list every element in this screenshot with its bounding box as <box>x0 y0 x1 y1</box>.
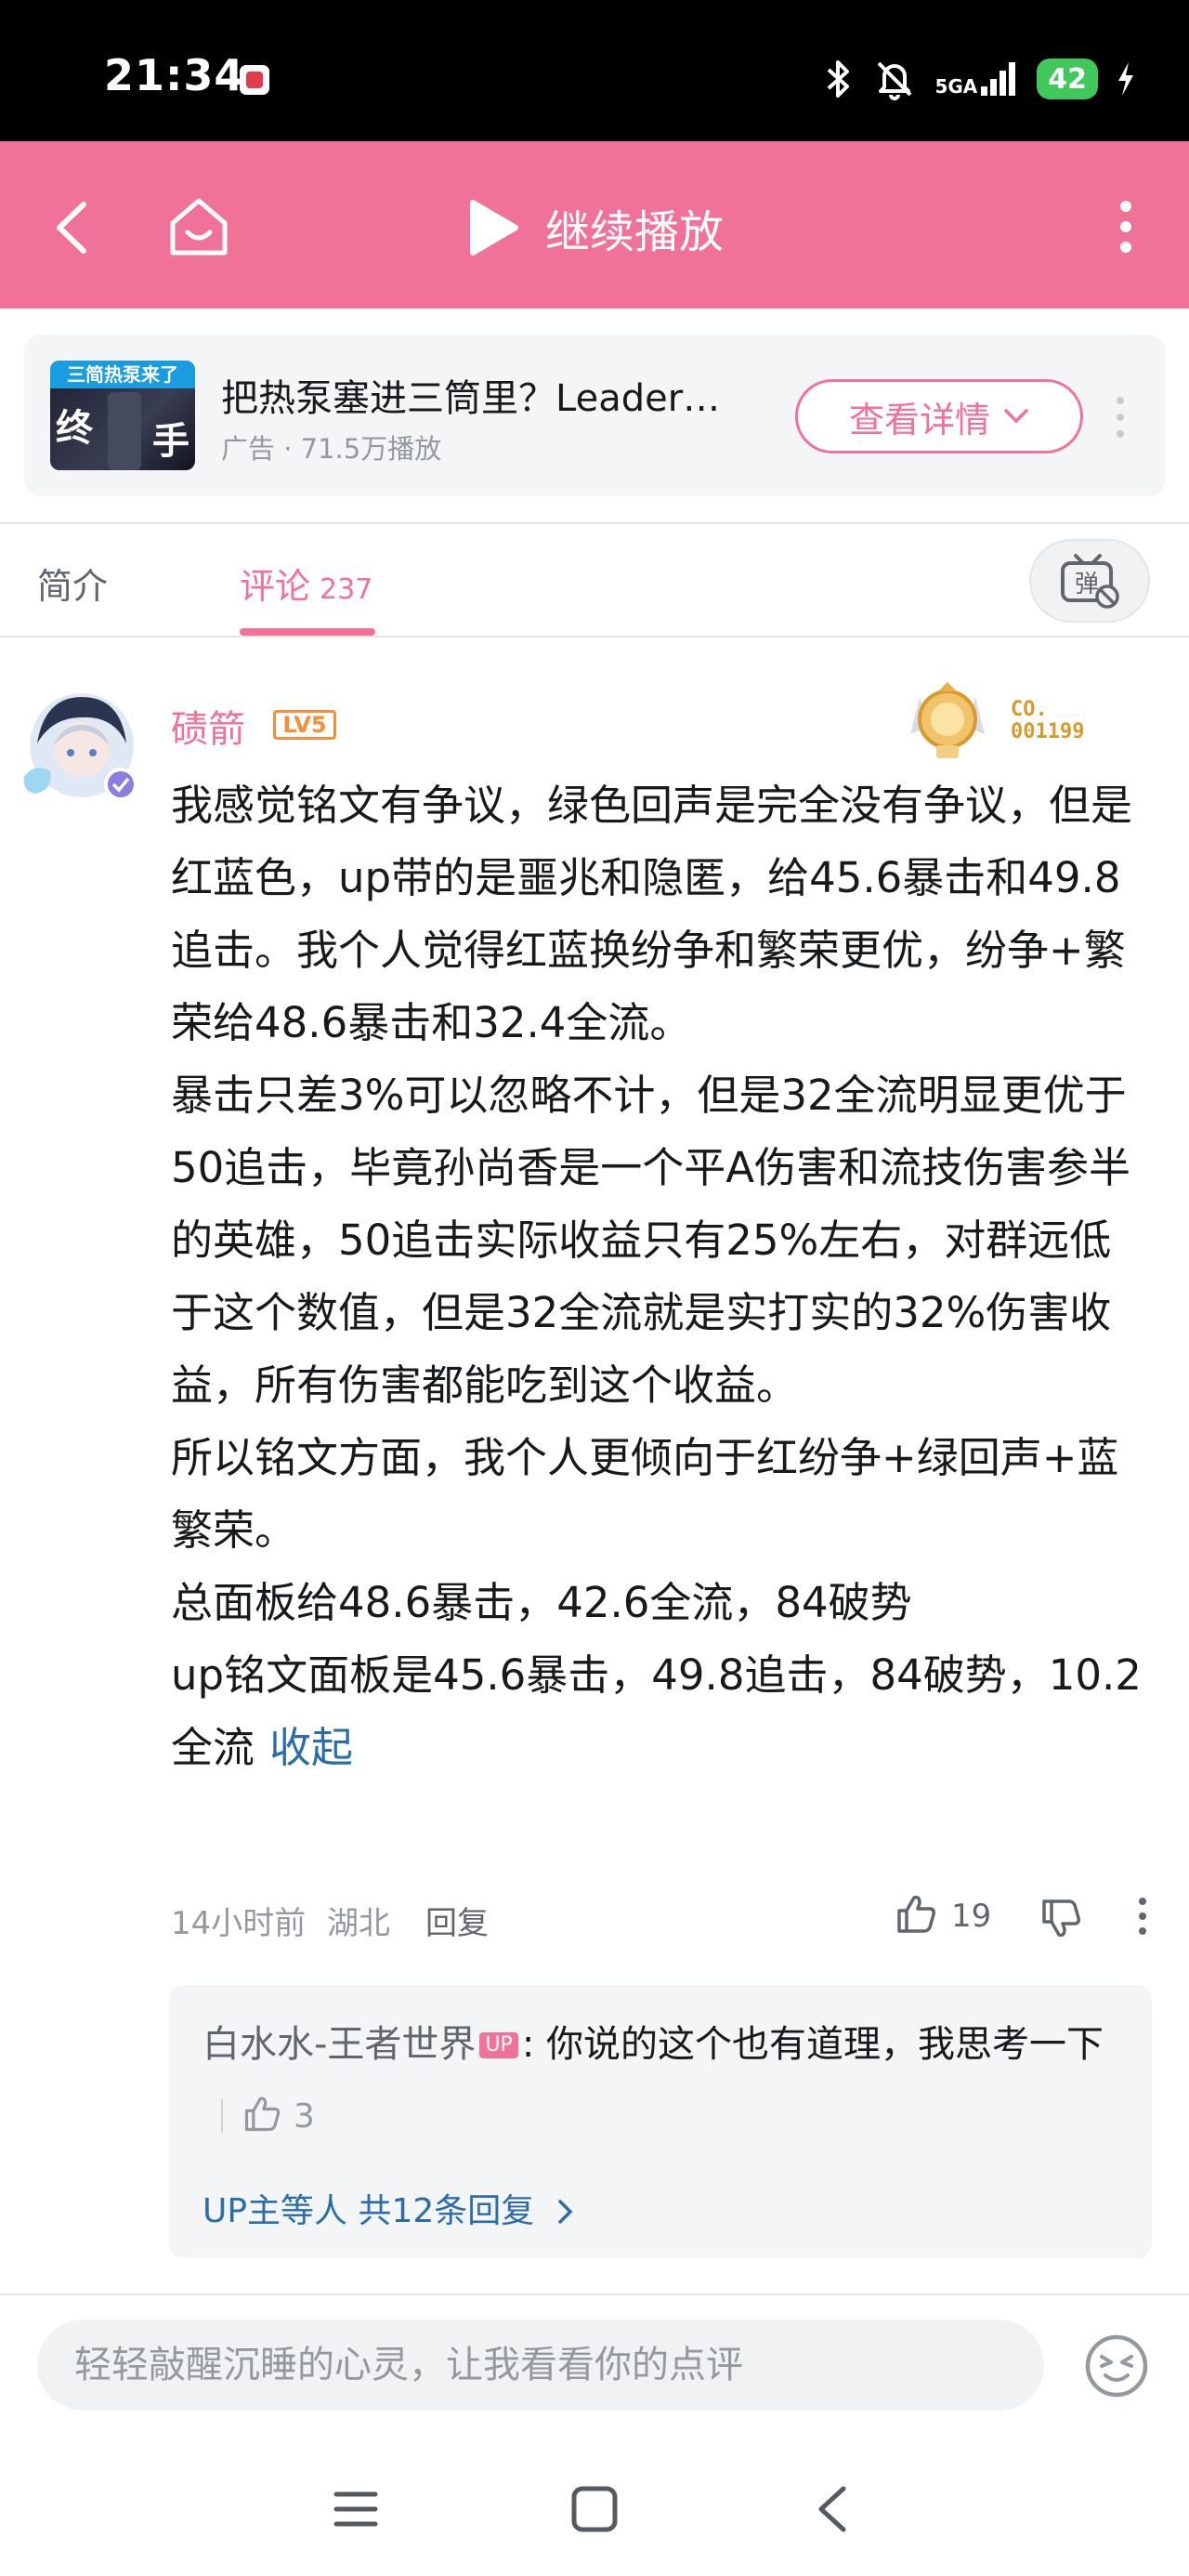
ad-thumbnail-banner: 三简热泵来了 <box>50 361 195 388</box>
reply-like-count: 3 <box>294 2097 315 2136</box>
comment-more-icon[interactable] <box>1133 1896 1152 1937</box>
signal-icon <box>981 62 1016 96</box>
user-level-badge: LV5 <box>273 710 336 740</box>
chevron-down-icon <box>1004 409 1028 424</box>
system-back-icon[interactable] <box>814 2485 851 2533</box>
medal-label-line1: CO. <box>1011 698 1048 721</box>
view-all-replies-label: UP主等人 共12条回复 <box>203 2192 535 2230</box>
comment-paragraph-2: 暴击只差3%可以忽略不计，但是32全流明显更优于50追击，毕竟孙尚香是一个平A伤… <box>171 1071 1131 1410</box>
system-navigation-bar <box>0 2433 1189 2576</box>
ad-thumbnail[interactable]: 三简热泵来了 终 手 <box>50 361 195 470</box>
collapse-link[interactable]: 收起 <box>269 1723 353 1772</box>
danmaku-off-icon: 弹 <box>1061 554 1119 609</box>
avatar[interactable] <box>17 688 147 808</box>
play-icon <box>469 200 518 256</box>
comment-input[interactable]: 轻轻敲醒沉睡的心灵，让我看看你的点评 <box>37 2320 1044 2411</box>
tab-comments-count: 237 <box>320 573 373 606</box>
network-indicator: 5GA <box>934 62 1018 96</box>
tab-bar: 简介 评论 237 弹 <box>0 522 1189 637</box>
divider <box>0 2293 1189 2295</box>
mute-bell-icon <box>878 61 912 100</box>
view-all-replies-link[interactable]: UP主等人 共12条回复 <box>203 2184 575 2232</box>
bluetooth-icon <box>828 60 850 98</box>
comment-paragraph-4: 总面板给48.6暴击，42.6全流，84破势 <box>171 1578 912 1627</box>
like-count: 19 <box>951 1898 992 1935</box>
view-details-button[interactable]: 查看详情 <box>795 379 1083 453</box>
ad-meta: 广告 · 71.5万播放 <box>221 433 442 465</box>
nav-title: 继续播放 <box>544 206 724 258</box>
thumbs-down-icon[interactable] <box>1039 1896 1083 1940</box>
view-details-label: 查看详情 <box>848 399 990 440</box>
home-button-icon[interactable] <box>570 2485 619 2533</box>
comment-username[interactable]: 碛箭 <box>171 699 245 753</box>
comment-paragraph-1: 我感觉铭文有争议，绿色回声是完全没有争议，但是红蓝色，up带的是噩兆和隐匿，给4… <box>171 781 1133 1047</box>
reply-separator <box>221 2099 223 2133</box>
reply-button[interactable]: 回复 <box>425 1898 489 1943</box>
continue-playing[interactable]: 继续播放 <box>0 195 1189 260</box>
battery-level: 42 <box>1048 62 1087 96</box>
chevron-right-icon <box>558 2200 573 2224</box>
comment-input-bar: 轻轻敲醒沉睡的心灵，让我看看你的点评 <box>0 2303 1189 2433</box>
battery-indicator: 42 <box>1037 59 1098 99</box>
reply-username[interactable]: 白水水-王者世界 <box>203 2023 476 2066</box>
danmaku-toggle-button[interactable]: 弹 <box>1029 539 1150 623</box>
danmaku-glyph: 弹 <box>1075 571 1099 598</box>
ad-title[interactable]: 把热泵塞进三筒里？Leader… <box>221 368 720 422</box>
more-vertical-icon[interactable] <box>1117 201 1135 253</box>
comment-location: 湖北 <box>327 1905 390 1942</box>
reply-text: : 你说的这个也有道理，我思考一下 <box>521 2023 1104 2066</box>
network-label: 5GA <box>934 75 978 98</box>
comment-time: 14小时前 <box>171 1905 307 1942</box>
ad-thumbnail-product <box>108 392 141 470</box>
notification-app-icon <box>240 65 269 95</box>
status-icons: 5GA 42 <box>823 56 1135 102</box>
ad-more-icon[interactable] <box>1111 394 1130 440</box>
comment-paragraph-5-wrap: up铭文面板是45.6暴击，49.8追击，84破势，10.2全流 收起 <box>171 1639 1148 1784</box>
tab-active-indicator <box>240 628 375 636</box>
comment-paragraph-3: 所以铭文方面，我个人更倾向于红纷争+绿回声+蓝繁荣。 <box>171 1433 1119 1555</box>
tab-comments-label: 评论 <box>240 566 311 607</box>
ad-thumbnail-text-right: 手 <box>152 420 189 463</box>
medal-label-line2: 001199 <box>1011 720 1084 743</box>
ad-card[interactable]: 三简热泵来了 终 手 把热泵塞进三筒里？Leader… 广告 · 71.5万播放… <box>24 335 1165 496</box>
reply-preview-box[interactable]: 白水水-王者世界 UP: 你说的这个也有道理，我思考一下 3 UP主等人 共12条… <box>169 1985 1152 2258</box>
comment-body: 我感觉铭文有争议，绿色回声是完全没有争议，但是红蓝色，up带的是噩兆和隐匿，给4… <box>171 769 1148 1784</box>
emoji-icon[interactable] <box>1083 2333 1150 2399</box>
reply-thumbs-up-icon[interactable] <box>242 2094 282 2135</box>
tab-intro[interactable]: 简介 <box>37 558 108 609</box>
status-bar: 21:34 5GA 42 <box>0 0 1189 141</box>
tab-comments[interactable]: 评论 237 <box>240 558 372 609</box>
charging-icon <box>1118 62 1133 96</box>
top-nav-bar: 继续播放 <box>0 141 1189 309</box>
thumbs-up-icon[interactable] <box>894 1892 938 1937</box>
fan-medal-icon: CO. 001199 <box>910 682 1084 758</box>
ad-thumbnail-text-left: 终 <box>56 407 93 450</box>
status-time: 21:34 <box>104 50 245 100</box>
recent-apps-icon[interactable] <box>333 2489 379 2530</box>
reply-item: 白水水-王者世界 UP: 你说的这个也有道理，我思考一下 3 <box>203 2009 1122 2152</box>
up-badge: UP <box>479 2032 518 2058</box>
